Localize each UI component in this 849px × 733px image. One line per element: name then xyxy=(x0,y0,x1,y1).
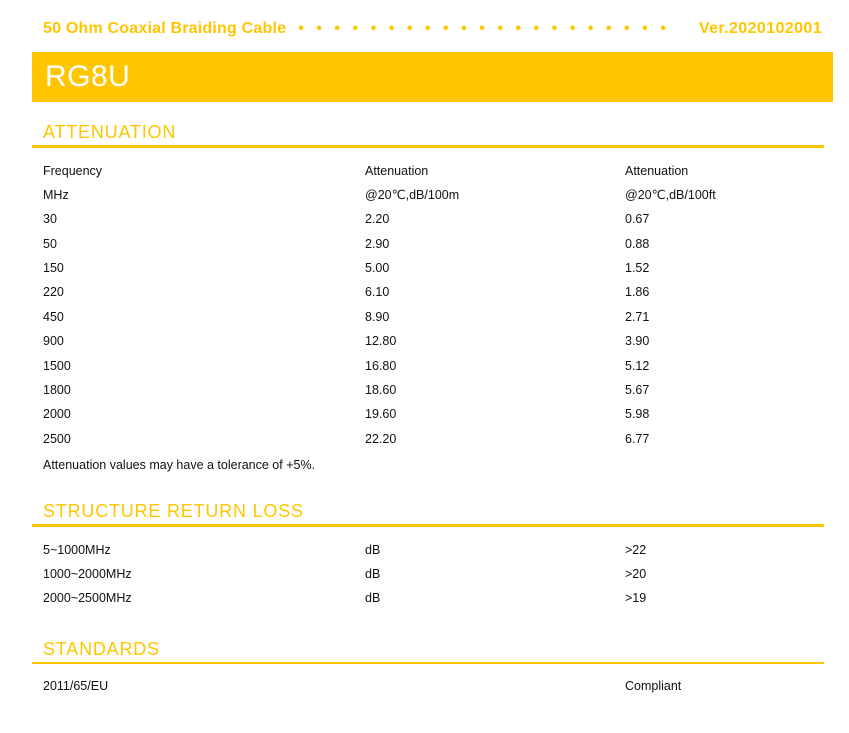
col-header-attenuation-ft: Attenuation xyxy=(625,163,689,178)
table-row: 1000~2000MHz dB >20 xyxy=(43,562,824,586)
table-cell: 900 xyxy=(43,334,64,349)
table-cell: 5.00 xyxy=(365,261,390,276)
page-header: 50 Ohm Coaxial Braiding Cable ••••••••••… xyxy=(0,0,849,38)
table-cell: >20 xyxy=(625,567,647,582)
table-cell: 2.71 xyxy=(625,309,650,324)
table-row: 1800 18.60 5.67 xyxy=(43,378,824,402)
table-row: 1500 16.80 5.12 xyxy=(43,354,824,378)
version-label: Ver.2020102001 xyxy=(698,20,822,37)
col-header-frequency: Frequency xyxy=(43,163,103,178)
table-cell: 8.90 xyxy=(365,309,390,324)
table-row: 450 8.90 2.71 xyxy=(43,305,824,329)
table-cell: 1000~2000MHz xyxy=(43,567,132,582)
unit-db-100ft: @20℃,dB/100ft xyxy=(625,187,716,202)
table-header-units-row: MHz @20℃,dB/100m @20℃,dB/100ft xyxy=(43,183,824,207)
section-attenuation: ATTENUATION Frequency Attenuation Attenu… xyxy=(0,122,849,475)
table-row: 2000 19.60 5.98 xyxy=(43,402,824,426)
model-name: RG8U xyxy=(45,60,131,93)
section-divider xyxy=(32,145,824,148)
page-title: 50 Ohm Coaxial Braiding Cable xyxy=(43,20,287,37)
section-structure-return-loss: STRUCTURE RETURN LOSS 5~1000MHz dB >22 1… xyxy=(0,501,849,611)
col-header-attenuation-m: Attenuation xyxy=(365,163,429,178)
table-cell: 5.98 xyxy=(625,407,650,422)
table-cell: 2500 xyxy=(43,431,71,446)
table-cell: 0.67 xyxy=(625,212,650,227)
attenuation-heading: ATTENUATION xyxy=(43,122,177,142)
table-cell: 2000~2500MHz xyxy=(43,591,132,606)
section-divider xyxy=(32,524,824,527)
srl-heading: STRUCTURE RETURN LOSS xyxy=(43,501,304,522)
table-cell: 5~1000MHz xyxy=(43,542,111,557)
table-cell: 22.20 xyxy=(365,431,397,446)
table-row: 2500 22.20 6.77 xyxy=(43,427,824,451)
table-cell: 30 xyxy=(43,212,57,227)
table-row: 900 12.80 3.90 xyxy=(43,329,824,353)
tolerance-note: Attenuation values may have a tolerance … xyxy=(43,458,316,473)
section-divider xyxy=(32,661,824,665)
table-row: 150 5.00 1.52 xyxy=(43,256,824,280)
table-cell: dB xyxy=(365,542,381,557)
table-cell: 1500 xyxy=(43,358,71,373)
table-cell: 6.10 xyxy=(365,285,390,300)
table-row: 220 6.10 1.86 xyxy=(43,280,824,304)
table-cell: 2000 xyxy=(43,407,71,422)
table-cell: 0.88 xyxy=(625,236,650,251)
standards-heading: STANDARDS xyxy=(43,638,160,659)
table-cell: 5.12 xyxy=(625,358,650,373)
table-cell: 2011/65/EU xyxy=(43,679,109,694)
table-cell: 450 xyxy=(43,309,64,324)
datasheet-page: 50 Ohm Coaxial Braiding Cable ••••••••••… xyxy=(0,0,849,733)
table-cell: 5.67 xyxy=(625,383,650,398)
table-header-row: Frequency Attenuation Attenuation xyxy=(43,159,824,183)
table-cell: >22 xyxy=(625,542,647,557)
table-row: 50 2.90 0.88 xyxy=(43,232,824,256)
attenuation-table: Frequency Attenuation Attenuation MHz @2… xyxy=(43,159,824,452)
table-cell: 6.77 xyxy=(625,431,650,446)
table-cell: dB xyxy=(365,591,381,606)
table-cell: 1800 xyxy=(43,383,71,398)
table-cell: 3.90 xyxy=(625,334,650,349)
table-cell: 1.52 xyxy=(625,261,650,276)
table-cell: 1.86 xyxy=(625,285,650,300)
table-row: 2000~2500MHz dB >19 xyxy=(43,586,824,610)
table-cell: >19 xyxy=(625,591,647,606)
table-cell: 16.80 xyxy=(365,358,397,373)
table-row: 30 2.20 0.67 xyxy=(43,207,824,231)
table-row: 5~1000MHz dB >22 xyxy=(43,538,824,562)
table-cell: 18.60 xyxy=(365,383,397,398)
table-cell: 2.20 xyxy=(365,212,390,227)
leader-dots-icon: ••••••••••••••••••••• xyxy=(298,20,679,37)
table-cell: dB xyxy=(365,567,381,582)
table-cell: 12.80 xyxy=(365,334,397,349)
table-cell: 2.90 xyxy=(365,236,390,251)
unit-mhz: MHz xyxy=(43,187,69,202)
table-cell: 220 xyxy=(43,285,64,300)
table-row: 2011/65/EU Compliant xyxy=(43,674,824,698)
srl-table: 5~1000MHz dB >22 1000~2000MHz dB >20 200… xyxy=(43,538,824,611)
unit-db-100m: @20℃,dB/100m xyxy=(365,187,460,202)
standards-table: 2011/65/EU Compliant xyxy=(43,674,824,698)
model-banner: RG8U xyxy=(32,52,833,102)
table-cell: 19.60 xyxy=(365,407,397,422)
table-cell: 150 xyxy=(43,261,64,276)
table-cell: 50 xyxy=(43,236,57,251)
section-standards: STANDARDS 2011/65/EU Compliant xyxy=(0,639,849,699)
table-cell: Compliant xyxy=(625,679,682,694)
